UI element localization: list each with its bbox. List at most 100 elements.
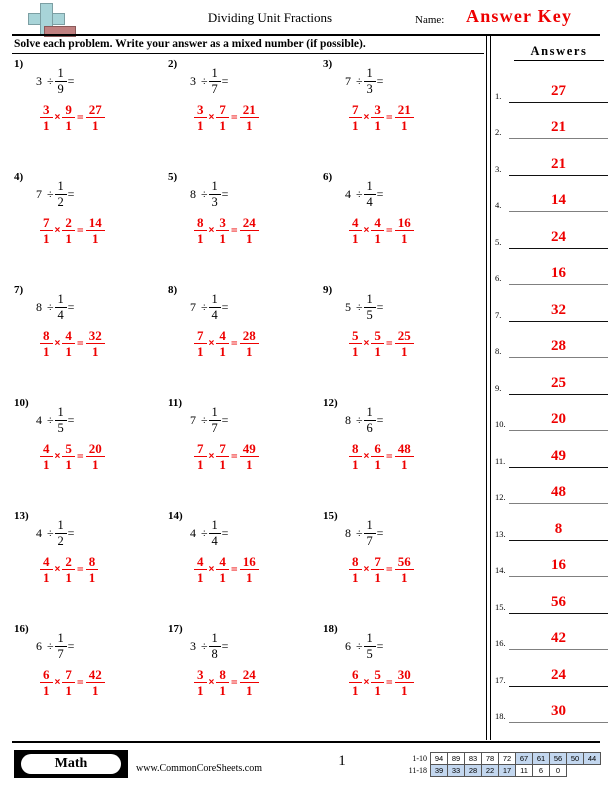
problem-worked-answer: 5 1 × 5 1 = 25 1 [349, 326, 414, 360]
answer-fraction-second-numerator: 2 [65, 553, 72, 569]
problem-7: 7) 8 ÷ 1 4 = 8 1 × 4 1 = 32 1 [14, 284, 169, 394]
page-footer: Math www.CommonCoreSheets.com 1 1-10 94 89… [0, 745, 612, 792]
answer-value: 16 [551, 265, 566, 281]
multiply-symbol: × [54, 224, 61, 236]
question-fraction-denominator: 5 [366, 307, 373, 322]
answer-fraction-first: 71 [40, 216, 53, 245]
answer-fraction-first-numerator: 4 [43, 553, 50, 569]
divide-symbol: ÷ [356, 412, 363, 427]
problem-8: 8) 7 ÷ 1 4 = 7 1 × 4 1 = 28 1 [168, 284, 323, 394]
problem-18: 18) 6 ÷ 1 5 = 6 1 × 5 1 = 30 1 [323, 623, 478, 733]
answer-fraction-result: 24 1 [239, 216, 259, 245]
divide-symbol: ÷ [356, 186, 363, 201]
answer-row: 1. 27 [492, 66, 612, 103]
answer-fraction-second-denominator: 1 [219, 569, 226, 585]
answer-fraction-result-denominator: 1 [91, 343, 99, 359]
divide-symbol: ÷ [201, 299, 208, 314]
question-fraction-numerator: 1 [366, 518, 373, 532]
problem-row: 16) 6 ÷ 1 7 = 6 1 × 7 1 = 42 1 17) 3 ÷ 1 8 = 3 1 × 8 1 = 24 1 18) 6 ÷ 1… [0, 623, 486, 736]
score-range-label-top: 1-10 [412, 754, 427, 763]
question-fraction-numerator: 1 [366, 405, 373, 419]
answer-fraction-result: 32 1 [85, 329, 105, 359]
problem-question: 3 ÷ 1 7 = [190, 66, 228, 96]
answer-fraction-result: 49 1 [239, 442, 259, 471]
answer-fraction-result: 48 1 [394, 442, 414, 471]
answer-index: 4. [495, 200, 502, 210]
answer-index: 15. [495, 601, 506, 612]
score-cell-empty [567, 765, 584, 777]
problem-worked-answer: 7 1 × 2 1 = 14 1 [40, 213, 105, 247]
problem-worked-answer: 4 1 × 4 1 = 16 1 [194, 552, 259, 586]
question-fraction-numerator: 1 [211, 179, 218, 193]
problem-question: 4 ÷ 1 4 = [345, 179, 383, 209]
answer-row: 7. 32 [492, 285, 612, 322]
answer-fraction-first-denominator: 1 [43, 230, 50, 246]
question-whole-number: 4 [36, 412, 42, 427]
problem-worked-answer: 3 1 × 9 1 = 27 1 [40, 100, 105, 134]
answer-fraction-second-numerator: 4 [374, 214, 381, 230]
answer-fraction-first-numerator: 7 [197, 440, 204, 456]
instructions-divider-rule [12, 53, 484, 54]
equals-symbol: = [76, 335, 84, 350]
problem-question: 4 ÷ 1 2 = [36, 518, 74, 548]
answer-fraction-first-numerator: 4 [197, 553, 204, 569]
answer-fraction-result: 20 1 [85, 442, 105, 472]
answer-fraction-first-denominator: 1 [352, 230, 359, 246]
answer-fraction-second-denominator: 1 [219, 117, 226, 133]
multiply-symbol: × [208, 111, 215, 123]
divider-line-right [490, 36, 491, 740]
problem-number: 15) [323, 510, 338, 522]
problem-question: 4 ÷ 1 5 = [36, 405, 74, 435]
question-fraction: 13 [208, 179, 221, 208]
question-whole-number: 7 [190, 299, 196, 314]
problem-11: 11) 7 ÷ 1 7 = 7 1 × 7 1 = 49 1 [168, 397, 323, 507]
site-url[interactable]: www.CommonCoreSheets.com [136, 763, 262, 774]
answer-fraction-result-denominator: 1 [91, 456, 99, 472]
question-fraction-numerator: 1 [211, 631, 218, 645]
answer-fraction-result-denominator: 1 [245, 343, 253, 359]
answer-fraction-second-denominator: 1 [219, 682, 226, 698]
answer-fraction-second-numerator: 9 [65, 101, 72, 117]
problem-worked-answer: 4 1 × 5 1 = 20 1 [40, 439, 105, 473]
answer-fraction-result: 14 1 [85, 216, 105, 245]
answer-fraction-result-denominator: 1 [400, 343, 408, 359]
equals-symbol: = [230, 674, 238, 689]
problem-number: 7) [14, 284, 24, 296]
problem-2: 2) 3 ÷ 1 7 = 3 1 × 7 1 = 21 1 [168, 58, 323, 168]
multiply-symbol: × [363, 111, 370, 123]
answer-fraction-result-numerator: 30 [397, 666, 411, 682]
score-cell: 72 [498, 752, 516, 765]
divide-symbol: ÷ [356, 73, 363, 88]
answer-fraction-first-numerator: 7 [197, 327, 204, 343]
problem-worked-answer: 7 1 × 7 1 = 49 1 [194, 439, 259, 473]
answer-row: 5. 24 [492, 212, 612, 249]
equals-symbol: = [385, 448, 393, 463]
question-fraction-numerator: 1 [211, 518, 218, 532]
header-divider-rule [12, 34, 600, 36]
question-whole-number: 3 [36, 73, 42, 88]
problem-question: 8 ÷ 1 4 = [36, 292, 74, 322]
score-cell: 39 [430, 764, 448, 777]
problem-worked-answer: 7 1 × 4 1 = 28 1 [194, 326, 259, 360]
multiply-symbol: × [363, 224, 370, 236]
problem-6: 6) 4 ÷ 1 4 = 4 1 × 4 1 = 16 1 [323, 171, 478, 281]
problem-worked-answer: 6 1 × 5 1 = 30 1 [349, 665, 414, 699]
score-cell: 17 [498, 764, 516, 777]
answer-value: 56 [551, 593, 566, 610]
question-fraction-denominator: 4 [366, 194, 373, 209]
answer-fraction-result-numerator: 42 [88, 666, 102, 682]
divide-symbol: ÷ [47, 299, 54, 314]
answer-fraction-result-numerator: 24 [242, 666, 256, 682]
answer-fraction-second-numerator: 7 [219, 101, 226, 117]
problem-row: 10) 4 ÷ 1 5 = 4 1 × 5 1 = 20 1 11) 7 ÷ 1 7 = 7 1 × 7 1 = 49 1 12) 8 ÷ 1… [0, 397, 486, 510]
question-whole-number: 8 [190, 186, 196, 201]
problem-14: 14) 4 ÷ 1 4 = 4 1 × 4 1 = 16 1 [168, 510, 323, 620]
multiply-symbol: × [54, 111, 61, 123]
question-fraction: 16 [363, 405, 376, 434]
question-fraction-numerator: 1 [211, 405, 218, 419]
answer-fraction-first-numerator: 7 [352, 101, 359, 117]
equals-symbol: = [376, 638, 384, 653]
answer-row: 9. 25 [492, 358, 612, 395]
problem-number: 17) [168, 623, 183, 635]
question-fraction-denominator: 4 [211, 533, 218, 548]
